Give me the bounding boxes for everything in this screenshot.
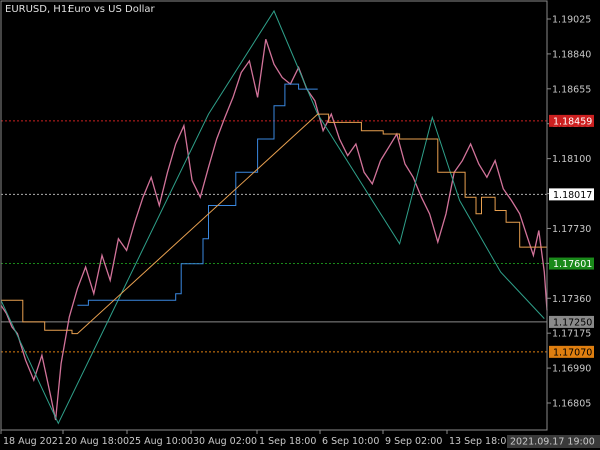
y-tick-label: 1.19025 — [552, 15, 591, 26]
y-tick-label: 1.18840 — [552, 49, 591, 60]
x-tick-label: 20 Aug 18:00 — [65, 436, 129, 447]
y-tick-label: 1.17175 — [552, 329, 591, 340]
level-label-3: 1.17250 — [553, 317, 592, 328]
level-label-1: 1.18017 — [553, 190, 592, 201]
chart-window[interactable]: EURUSD, H1: Euro vs US Dollar 1.19025 1.1… — [0, 0, 600, 450]
price-chart[interactable]: EURUSD, H1: Euro vs US Dollar 1.19025 1.1… — [0, 0, 600, 450]
x-tick-label: 30 Aug 02:00 — [193, 436, 257, 447]
x-tick-label: 6 Sep 10:00 — [322, 436, 379, 447]
chart-description: Euro vs US Dollar — [68, 4, 156, 15]
chart-background — [0, 0, 600, 450]
chart-symbol: EURUSD, H1: — [5, 4, 71, 15]
current-time-label: 2021.09.17 19:00 — [510, 437, 595, 448]
x-tick-label: 1 Sep 18:00 — [259, 436, 316, 447]
y-tick-label: 1.18655 — [552, 84, 591, 95]
x-tick-label: 9 Sep 02:00 — [385, 436, 442, 447]
y-tick-label: 1.16805 — [552, 399, 591, 410]
level-label-0: 1.18459 — [553, 116, 592, 127]
level-label-4: 1.17070 — [553, 347, 592, 358]
x-tick-label: 13 Sep 18:00 — [449, 436, 512, 447]
y-tick-label: 1.17360 — [552, 294, 591, 305]
x-tick-label: 25 Aug 10:00 — [129, 436, 193, 447]
level-label-2: 1.17601 — [553, 259, 592, 270]
x-tick-label: 18 Aug 2021 — [3, 436, 64, 447]
y-tick-label: 1.16990 — [552, 364, 591, 375]
y-tick-label: 1.18100 — [552, 154, 591, 165]
y-tick-label: 1.17730 — [552, 224, 591, 235]
